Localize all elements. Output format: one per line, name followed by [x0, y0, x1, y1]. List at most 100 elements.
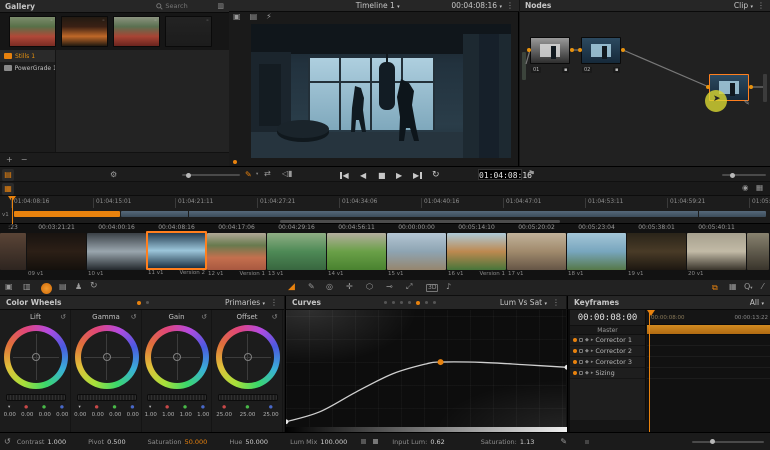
- keyframe-lane[interactable]: [647, 335, 770, 346]
- timeline-clip[interactable]: 00:04:17:0612 v1Version 1: [207, 224, 266, 280]
- loop-button[interactable]: ↻: [432, 170, 440, 180]
- keyframe-enable-dot[interactable]: [573, 371, 577, 375]
- clip-thumbnail[interactable]: [447, 233, 506, 270]
- wheel-value[interactable]: 0.00: [109, 412, 121, 418]
- timeline-clip[interactable]: 00:04:56:1114 v1: [327, 224, 386, 280]
- keyframe-lane[interactable]: [647, 346, 770, 357]
- qualifier-icon[interactable]: ✎: [308, 283, 315, 291]
- clip-thumbnail[interactable]: [747, 233, 769, 270]
- still-car-2[interactable]: ◦: [113, 16, 160, 47]
- curves-icon[interactable]: ◢: [288, 282, 295, 292]
- adjust-value[interactable]: 100.000: [320, 438, 347, 446]
- timeline-clip[interactable]: 00:03:21:2109 v1: [27, 224, 86, 280]
- timeline-ruler[interactable]: v1 01:04:08:1601:04:15:0101:04:21:1101:0…: [0, 196, 770, 224]
- track-rendered-range[interactable]: [14, 211, 120, 217]
- wheel-reset-icon[interactable]: ↺: [131, 313, 137, 321]
- adjust-contrast[interactable]: Contrast1.000: [17, 438, 66, 446]
- wheel-value[interactable]: 25.00: [240, 412, 256, 418]
- play-button[interactable]: ▶: [396, 171, 402, 180]
- mic-icon[interactable]: ♪: [446, 283, 451, 291]
- prev-clip-button[interactable]: ◀: [340, 171, 349, 180]
- curves-page-dot[interactable]: [384, 301, 387, 304]
- wheel-reset-icon[interactable]: ↺: [60, 313, 66, 321]
- filmstrip-icon[interactable]: ▦: [756, 184, 763, 192]
- gallery-album-stills[interactable]: Stills 1: [0, 50, 55, 62]
- palette-page-dot-active[interactable]: [137, 301, 141, 305]
- wheel-value[interactable]: 1.00: [145, 412, 157, 418]
- adjust-pivot[interactable]: Pivot0.500: [88, 438, 126, 446]
- timeline-clip[interactable]: 00:05:40:1120 v1: [687, 224, 746, 280]
- wheel-value[interactable]: 0.00: [74, 412, 86, 418]
- palette-page-dot[interactable]: [146, 301, 149, 304]
- wheel-crosshair[interactable]: [32, 353, 40, 361]
- still-empty[interactable]: ◦: [165, 16, 212, 47]
- lock-icon[interactable]: [579, 349, 583, 353]
- color-wheels-icon[interactable]: [41, 283, 52, 294]
- clip-thumbnail[interactable]: [567, 233, 626, 270]
- timeline-zoom-thumb[interactable]: [186, 173, 191, 178]
- clip-thumbnail[interactable]: [627, 233, 686, 270]
- add-still-button[interactable]: +: [6, 156, 13, 164]
- curves-page-dot[interactable]: [408, 301, 411, 304]
- lightbox-icon[interactable]: ▦: [729, 283, 737, 291]
- wheel-master-slider[interactable]: [147, 394, 207, 401]
- keyframe-lane[interactable]: [647, 368, 770, 379]
- wheel-master-slider[interactable]: [218, 394, 278, 401]
- lock-icon[interactable]: [579, 371, 583, 375]
- remove-still-button[interactable]: −: [21, 156, 28, 164]
- grid-view-icon[interactable]: ▤: [250, 13, 258, 21]
- node-graph[interactable]: 01▪02▪: [520, 12, 770, 166]
- keyframes-zoom-slider[interactable]: [692, 441, 764, 443]
- node-edit-pencil-icon[interactable]: ✎: [744, 100, 750, 107]
- image-wipe-icon[interactable]: ▣: [233, 13, 241, 21]
- viewer-timecode-display[interactable]: 00:04:08:16 ▾: [451, 1, 502, 10]
- wheel-master-slider[interactable]: [77, 394, 137, 401]
- clip-thumbnail[interactable]: [87, 233, 146, 270]
- track-clip-range[interactable]: [121, 211, 766, 217]
- adjust-lum-mix[interactable]: Lum Mix100.000: [290, 438, 347, 446]
- curves-mode-select[interactable]: Lum Vs Sat ▾: [500, 298, 547, 307]
- scrub-playhead[interactable]: [233, 160, 237, 164]
- next-clip-button[interactable]: ▶: [413, 171, 422, 180]
- timeline-clip[interactable]: 00:05:23:0418 v1: [567, 224, 626, 280]
- keyframe-track-corrector-1[interactable]: ◆▸Corrector 1: [570, 335, 645, 346]
- viewer-zoom-slider[interactable]: [722, 174, 766, 176]
- keyframe-lane[interactable]: [647, 357, 770, 368]
- lock-icon[interactable]: [579, 360, 583, 364]
- timeline-clip[interactable]: 00:04:08:1611 v1Version 2: [147, 224, 206, 280]
- clips-mode-icon[interactable]: ▦: [2, 183, 14, 195]
- stereo-3d-icon[interactable]: 3D: [426, 284, 438, 292]
- curves-page-dots[interactable]: [384, 301, 436, 305]
- keyframes-timeline-area[interactable]: 00:00:08:00 00:00:13:22: [647, 310, 770, 432]
- keyframes-zoom-thumb[interactable]: [710, 439, 715, 444]
- timeline-clip[interactable]: 00:05:38:0119 v1: [627, 224, 686, 280]
- wheel-value[interactable]: 0.00: [39, 412, 51, 418]
- refresh-icon[interactable]: ↻: [90, 282, 98, 291]
- adjust-value[interactable]: 50.000: [245, 438, 268, 446]
- keyframe-enable-dot[interactable]: [573, 349, 577, 353]
- expand-caret-icon[interactable]: ▸: [591, 370, 594, 376]
- gallery-search-input[interactable]: [165, 2, 217, 11]
- node-input-dot[interactable]: [578, 48, 582, 52]
- keyframe-track-sizing[interactable]: ◆▸Sizing: [570, 368, 645, 379]
- lock-icon[interactable]: [579, 338, 583, 342]
- curves-page-dot[interactable]: [433, 301, 436, 304]
- wheel-value[interactable]: 25.00: [263, 412, 279, 418]
- adjust-saturation[interactable]: Saturation50.000: [148, 438, 208, 446]
- keyframe-enable-dot[interactable]: [573, 338, 577, 342]
- adjust-value[interactable]: 0.500: [107, 438, 126, 446]
- corrector-node[interactable]: [581, 37, 621, 64]
- clip-thumbnail[interactable]: [0, 233, 26, 270]
- expand-caret-icon[interactable]: ▸: [591, 337, 594, 343]
- viewer-zoom-thumb[interactable]: [730, 173, 735, 178]
- blur-icon[interactable]: ⬡: [366, 283, 373, 291]
- timeline-clip[interactable]: 00:05:20:0217 v1: [507, 224, 566, 280]
- corrector-node[interactable]: [530, 37, 570, 64]
- clip-thumbnail[interactable]: [267, 233, 326, 270]
- keyframe-track-corrector-3[interactable]: ◆▸Corrector 3: [570, 357, 645, 368]
- wheel-value[interactable]: 25.00: [216, 412, 232, 418]
- wheel-value[interactable]: 0.00: [92, 412, 104, 418]
- curve-point-icon[interactable]: [373, 439, 378, 444]
- enhance-wand-icon[interactable]: ⚡: [266, 13, 272, 21]
- wheels-options-icon[interactable]: ⋮: [270, 299, 278, 307]
